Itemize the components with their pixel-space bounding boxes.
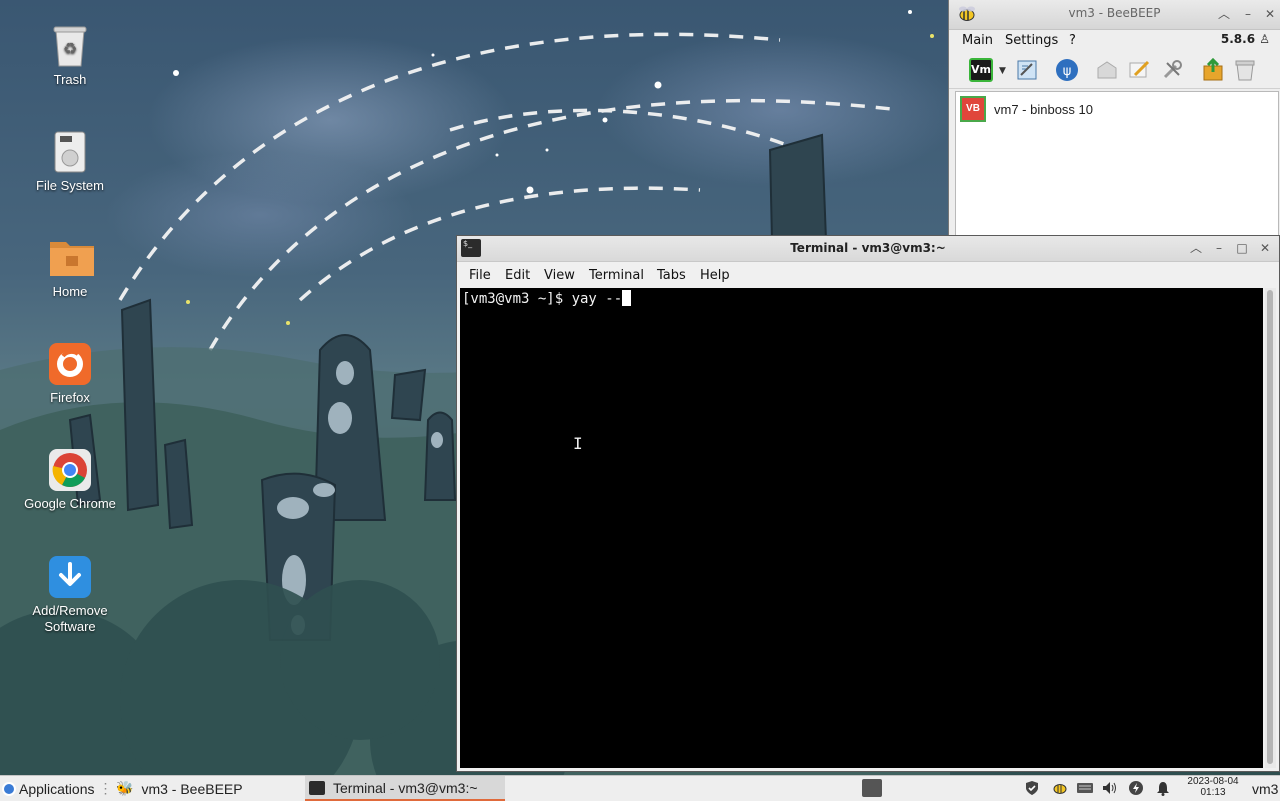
- version-label: 5.8.6 ♙: [1221, 32, 1270, 46]
- keyboard-icon[interactable]: [1076, 780, 1094, 796]
- svg-text:♻: ♻: [63, 39, 77, 58]
- desktop-icon-label: Google Chrome: [24, 496, 116, 511]
- menu-tabs[interactable]: Tabs: [657, 268, 686, 283]
- clear-icon[interactable]: [1233, 58, 1257, 82]
- desktop-icon-label: Trash: [53, 72, 87, 87]
- desktop-icon-google-chrome[interactable]: Google Chrome: [20, 448, 120, 512]
- close-button[interactable]: ✕: [1263, 7, 1277, 21]
- minimize-button[interactable]: –: [1212, 241, 1226, 255]
- bee-icon: 🐝: [116, 780, 134, 796]
- task-label: Terminal - vm3@vm3:~: [333, 779, 478, 796]
- status-vm-icon[interactable]: Vm: [969, 58, 993, 82]
- close-button[interactable]: ✕: [1258, 241, 1272, 255]
- user-list: VB vm7 - binboss 10: [955, 91, 1279, 236]
- terminal-window: $_ Terminal - vm3@vm3:~ ︿ – □ ✕ File Edi…: [456, 235, 1280, 772]
- write-message-icon[interactable]: [1127, 58, 1151, 82]
- maximize-button[interactable]: ︿: [1217, 7, 1231, 21]
- user-label: vm3: [1252, 780, 1279, 797]
- clock[interactable]: 2023-08-04 01:13: [1183, 776, 1243, 798]
- clock-date: 2023-08-04: [1187, 776, 1239, 787]
- text-cursor: [622, 290, 632, 306]
- task-button-terminal[interactable]: Terminal - vm3@vm3:~: [305, 776, 505, 801]
- download-icon: [48, 555, 92, 599]
- menu-help[interactable]: ?: [1069, 33, 1076, 48]
- desktop-icon-trash[interactable]: ♻ Trash: [20, 24, 120, 88]
- volume-icon[interactable]: [1101, 780, 1117, 796]
- beebeep-toolbar: Vm ▼ ψ: [949, 52, 1280, 89]
- user-name: vm7 - binboss 10: [994, 101, 1093, 117]
- desktop-icon-label: Home: [52, 284, 88, 299]
- scrollbar-thumb[interactable]: [1267, 290, 1273, 764]
- window-title: Terminal - vm3@vm3:~: [790, 241, 946, 255]
- menu-main[interactable]: Main: [962, 33, 993, 48]
- prompt-text: [vm3@vm3 ~]$ yay --: [462, 291, 623, 307]
- desktop-icon-add-remove-software[interactable]: Add/Remove Software: [20, 555, 120, 635]
- terminal-prompt-line: [vm3@vm3 ~]$ yay --: [462, 290, 632, 307]
- chrome-icon: [48, 448, 92, 492]
- beebeep-titlebar[interactable]: vm3 - BeeBEEP ︿ – ✕: [949, 0, 1280, 30]
- applications-icon: [2, 781, 16, 796]
- desktop-icon-firefox[interactable]: Firefox: [20, 342, 120, 406]
- menu-file[interactable]: File: [469, 268, 491, 283]
- desktop-icon-label: Add/Remove Software: [32, 603, 108, 634]
- notification-bell-icon[interactable]: [1155, 780, 1171, 796]
- task-button-beebeep[interactable]: 🐝 vm3 - BeeBEEP: [110, 776, 249, 801]
- ibeam-cursor-icon: I: [573, 434, 583, 453]
- chevron-down-icon[interactable]: ▼: [999, 66, 1006, 76]
- settings-tools-icon[interactable]: [1160, 58, 1184, 82]
- desktop-icon-label: File System: [36, 178, 104, 193]
- share-file-icon[interactable]: [1201, 57, 1225, 82]
- beebeep-menubar: Main Settings ? 5.8.6 ♙: [949, 30, 1280, 52]
- drive-icon: [48, 130, 92, 174]
- menu-settings[interactable]: Settings: [1005, 33, 1058, 48]
- terminal-icon: [309, 780, 325, 795]
- desktop-icon-file-system[interactable]: File System: [20, 130, 120, 194]
- edit-profile-icon[interactable]: [1015, 58, 1039, 82]
- minimize-button[interactable]: –: [1241, 7, 1255, 21]
- firefox-icon: [48, 342, 92, 386]
- clock-time: 01:13: [1200, 787, 1226, 798]
- svg-text:ψ: ψ: [1063, 64, 1072, 79]
- user-list-item[interactable]: VB vm7 - binboss 10: [960, 96, 1093, 122]
- avatar: VB: [960, 96, 986, 122]
- trash-icon: ♻: [48, 24, 92, 68]
- workspace-switcher-icon[interactable]: [862, 779, 882, 797]
- user-menu[interactable]: vm3: [1252, 776, 1278, 801]
- home-folder-icon: [48, 236, 94, 280]
- broadcast-icon[interactable]: [1095, 58, 1119, 82]
- applications-menu-button[interactable]: Applications ⋮: [2, 776, 113, 801]
- terminal-screen[interactable]: [vm3@vm3 ~]$ yay --: [460, 288, 1263, 768]
- shield-icon[interactable]: [1024, 780, 1040, 796]
- chevron-up-icon[interactable]: ︿: [1189, 241, 1203, 255]
- bee-tray-icon[interactable]: [1052, 780, 1068, 796]
- desktop-icon-label: Firefox: [50, 390, 90, 405]
- applications-label: Applications: [19, 780, 95, 797]
- terminal-menubar: File Edit View Terminal Tabs Help: [457, 262, 1279, 288]
- bee-mini-icon: ♙: [1259, 32, 1270, 46]
- task-label: vm3 - BeeBEEP: [141, 780, 243, 797]
- scrollbar[interactable]: [1265, 288, 1276, 768]
- beebeep-window: vm3 - BeeBEEP ︿ – ✕ Main Settings ? 5.8.…: [948, 0, 1280, 236]
- network-icon[interactable]: ψ: [1055, 58, 1079, 82]
- maximize-button[interactable]: □: [1235, 241, 1249, 255]
- power-icon[interactable]: [1128, 780, 1144, 796]
- menu-help[interactable]: Help: [700, 268, 730, 283]
- menu-edit[interactable]: Edit: [505, 268, 530, 283]
- desktop-icon-home[interactable]: Home: [20, 236, 120, 300]
- menu-terminal[interactable]: Terminal: [589, 268, 644, 283]
- menu-view[interactable]: View: [544, 268, 575, 283]
- taskbar: Applications ⋮ 🐝 vm3 - BeeBEEP Terminal …: [0, 775, 1280, 801]
- terminal-titlebar[interactable]: $_ Terminal - vm3@vm3:~ ︿ – □ ✕: [457, 236, 1279, 262]
- version-number: 5.8.6: [1220, 32, 1256, 46]
